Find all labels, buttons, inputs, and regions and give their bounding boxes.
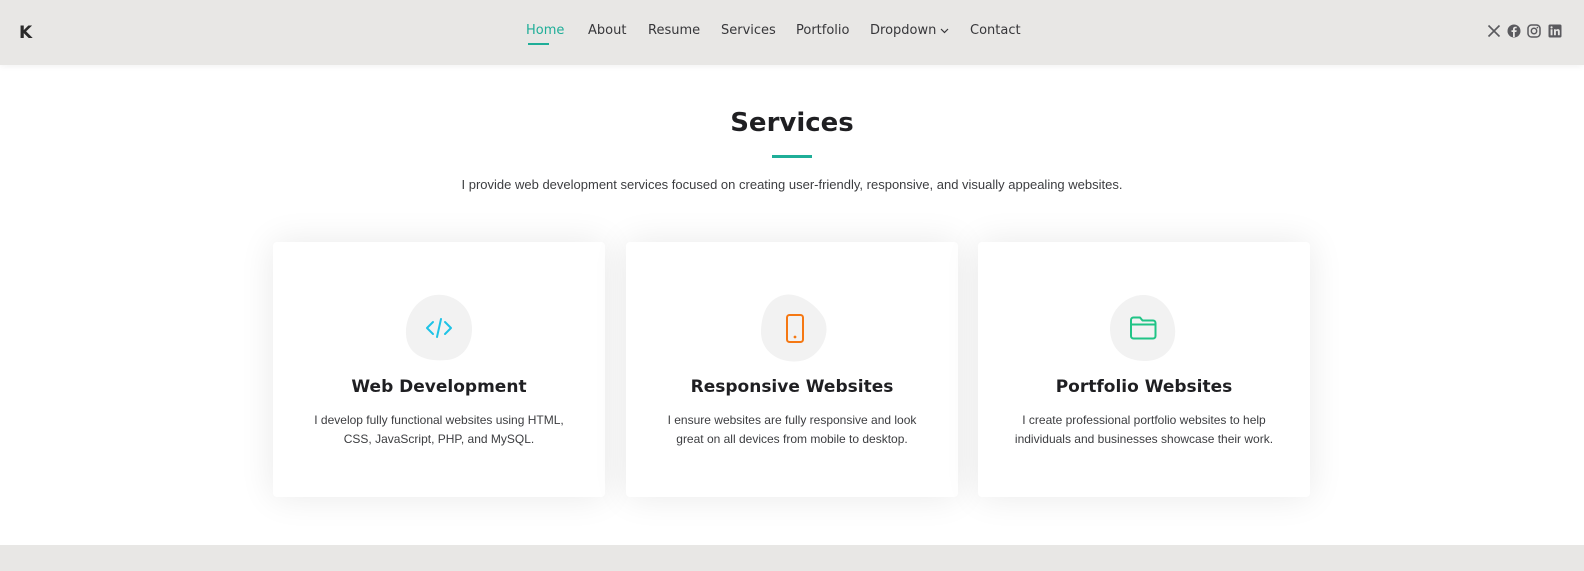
card-title: Web Development [351, 377, 527, 397]
instagram-icon[interactable] [1527, 24, 1541, 38]
nav-dropdown-label: Dropdown [870, 23, 937, 38]
icon-blob [1109, 294, 1176, 361]
nav-resume[interactable]: Resume [648, 23, 700, 43]
x-icon[interactable] [1487, 24, 1501, 38]
card-title: Portfolio Websites [1055, 377, 1233, 397]
service-card-responsive-websites[interactable]: Responsive Websites I ensure websites ar… [626, 242, 958, 497]
service-card-portfolio-websites[interactable]: Portfolio Websites I create professional… [978, 242, 1310, 497]
nav-about[interactable]: About [588, 23, 626, 43]
site-header: K Home About Resume Services Portfolio D… [0, 0, 1584, 65]
nav-home[interactable]: Home [526, 23, 564, 43]
card-description: I create professional portfolio websites… [1014, 413, 1274, 446]
service-card-web-development[interactable]: Web Development I develop fully function… [273, 242, 605, 497]
nav-portfolio[interactable]: Portfolio [796, 23, 849, 43]
card-description: I develop fully functional websites usin… [314, 413, 564, 446]
card-title: Responsive Websites [690, 377, 894, 397]
icon-blob [405, 294, 472, 361]
linkedin-icon[interactable] [1548, 24, 1562, 38]
nav-dropdown[interactable]: Dropdown [870, 23, 949, 43]
nav-active-indicator [528, 43, 549, 45]
icon-blob [760, 294, 827, 362]
chevron-down-icon [940, 28, 949, 33]
footer-band [0, 545, 1584, 571]
section-description: I provide web development services focus… [461, 177, 1123, 192]
title-underline [772, 155, 812, 158]
nav-services[interactable]: Services [721, 23, 776, 43]
nav-contact[interactable]: Contact [970, 23, 1021, 43]
facebook-icon[interactable] [1507, 24, 1521, 38]
main-nav: Home About Resume Services Portfolio Dro… [0, 0, 1584, 65]
section-title: Services [730, 108, 854, 138]
card-description: I ensure websites are fully responsive a… [667, 413, 917, 446]
